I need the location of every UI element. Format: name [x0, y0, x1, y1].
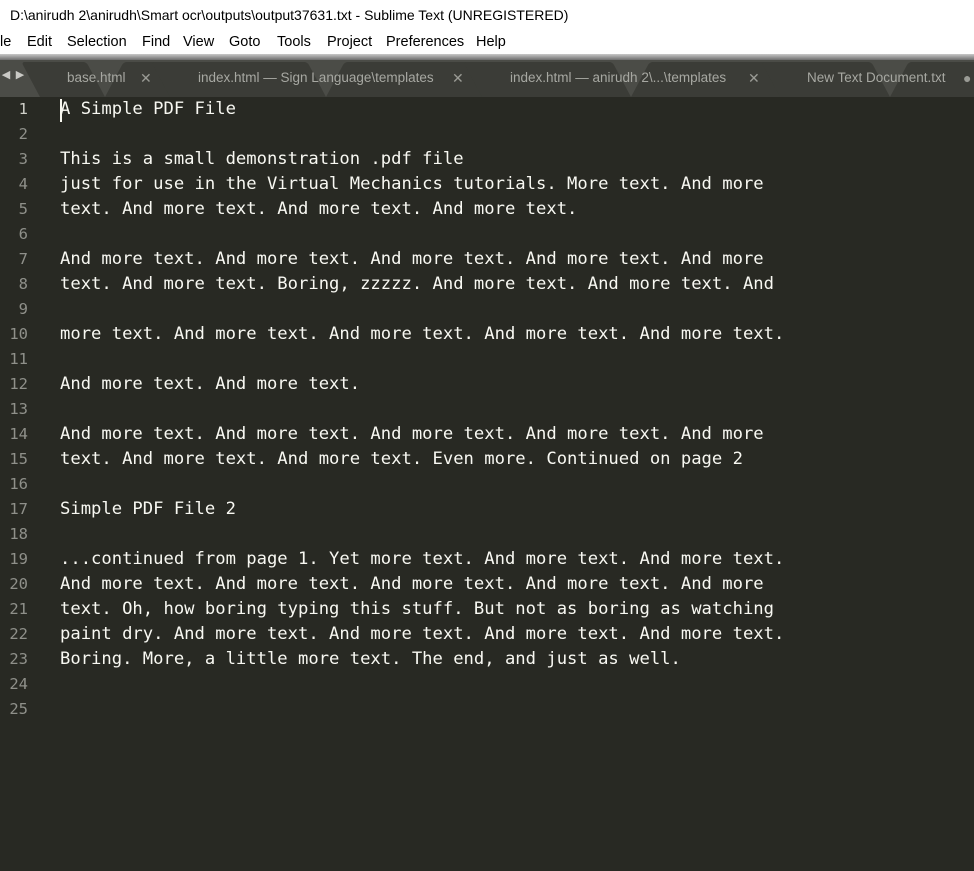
- tab-bar: ◀ ▶ base.html ✕ index.html — Sign Langua…: [0, 60, 974, 97]
- menu-goto[interactable]: Goto: [229, 30, 260, 54]
- tab-close-icon[interactable]: ✕: [748, 62, 760, 94]
- line-number: 12: [9, 375, 28, 393]
- code-line[interactable]: And more text. And more text. And more t…: [60, 572, 764, 597]
- tab-label: base.html: [67, 70, 126, 85]
- line-number: 4: [18, 175, 28, 193]
- code-line[interactable]: text. And more text. And more text. And …: [60, 197, 577, 222]
- tab-index-sign-language[interactable]: index.html — Sign Language\templates ✕: [151, 62, 501, 97]
- line-number: 20: [9, 575, 28, 593]
- line-number: 13: [9, 400, 28, 418]
- line-number: 14: [9, 425, 28, 443]
- line-number: 23: [9, 650, 28, 668]
- unsaved-dot-icon[interactable]: ●: [963, 62, 971, 94]
- code-line[interactable]: just for use in the Virtual Mechanics tu…: [60, 172, 764, 197]
- menu-bar: le Edit Selection Find View Goto Tools P…: [0, 30, 974, 54]
- menu-edit[interactable]: Edit: [27, 30, 52, 54]
- line-number: 5: [18, 200, 28, 218]
- line-number: 17: [9, 500, 28, 518]
- window-title: D:\anirudh 2\anirudh\Smart ocr\outputs\o…: [10, 7, 569, 23]
- line-number: 24: [9, 675, 28, 693]
- line-number: 15: [9, 450, 28, 468]
- line-number: 3: [18, 150, 28, 168]
- line-number: 8: [18, 275, 28, 293]
- line-number: 7: [18, 250, 28, 268]
- menu-find[interactable]: Find: [142, 30, 170, 54]
- menu-tools[interactable]: Tools: [277, 30, 311, 54]
- menu-view[interactable]: View: [183, 30, 214, 54]
- line-number: 1: [18, 100, 28, 118]
- line-number: 2: [18, 125, 28, 143]
- tab-close-icon[interactable]: ✕: [140, 62, 152, 94]
- line-number: 11: [9, 350, 28, 368]
- code-line[interactable]: And more text. And more text.: [60, 372, 360, 397]
- code-line[interactable]: text. And more text. And more text. Even…: [60, 447, 743, 472]
- code-line[interactable]: A Simple PDF File: [60, 97, 236, 122]
- text-caret: [60, 99, 62, 122]
- text-editor-area[interactable]: A Simple PDF File This is a small demonst…: [44, 97, 974, 871]
- code-line[interactable]: This is a small demonstration .pdf file: [60, 147, 464, 172]
- code-line[interactable]: And more text. And more text. And more t…: [60, 422, 764, 447]
- line-number: 9: [18, 300, 28, 318]
- code-line[interactable]: And more text. And more text. And more t…: [60, 247, 764, 272]
- code-line[interactable]: Simple PDF File 2: [60, 497, 236, 522]
- line-number: 19: [9, 550, 28, 568]
- tab-base-html[interactable]: base.html ✕: [21, 62, 189, 97]
- code-line[interactable]: paint dry. And more text. And more text.…: [60, 622, 784, 647]
- tab-scroll-left-icon[interactable]: ◀: [0, 60, 12, 90]
- line-number: 16: [9, 475, 28, 493]
- menu-project[interactable]: Project: [327, 30, 372, 54]
- menu-selection[interactable]: Selection: [67, 30, 127, 54]
- tab-new-text-document[interactable]: New Text Document.txt ●: [761, 62, 974, 97]
- line-number: 6: [18, 225, 28, 243]
- code-line[interactable]: text. And more text. Boring, zzzzz. And …: [60, 272, 774, 297]
- menu-preferences[interactable]: Preferences: [386, 30, 464, 54]
- code-line[interactable]: text. Oh, how boring typing this stuff. …: [60, 597, 774, 622]
- line-number-gutter: 1 2 3 4 5 6 7 8 9 10 11 12 13 14 15 16 17 18 19 20 21 22 23 24 2…: [0, 97, 44, 871]
- tab-close-icon[interactable]: ✕: [452, 62, 464, 94]
- menu-help[interactable]: Help: [476, 30, 506, 54]
- code-line[interactable]: Boring. More, a little more text. The en…: [60, 647, 681, 672]
- code-line[interactable]: ...continued from page 1. Yet more text.…: [60, 547, 784, 572]
- tab-index-anirudh[interactable]: index.html — anirudh 2\...\templates ✕: [463, 62, 799, 97]
- tab-label: index.html — Sign Language\templates: [198, 70, 434, 85]
- line-number: 21: [9, 600, 28, 618]
- menu-file[interactable]: le: [0, 30, 11, 54]
- window-titlebar: D:\anirudh 2\anirudh\Smart ocr\outputs\o…: [0, 0, 974, 30]
- tab-label: index.html — anirudh 2\...\templates: [510, 70, 727, 85]
- line-number: 18: [9, 525, 28, 543]
- line-number: 10: [9, 325, 28, 343]
- tab-label: New Text Document.txt: [807, 70, 946, 85]
- code-line[interactable]: more text. And more text. And more text.…: [60, 322, 784, 347]
- line-number: 25: [9, 700, 28, 718]
- line-number: 22: [9, 625, 28, 643]
